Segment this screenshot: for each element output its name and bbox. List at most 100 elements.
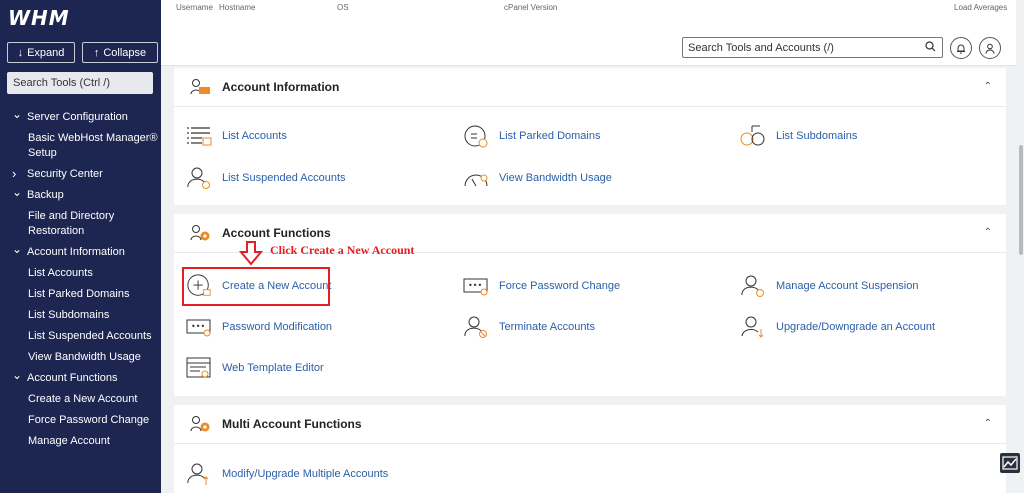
whm-logo[interactable]: WHM [8,6,70,30]
stat-hostname: Hostname [219,3,256,12]
list-suspended-accounts-label: List Suspended Accounts [222,172,346,184]
search-icon[interactable] [925,41,936,55]
sidebar-nav: ⌄ Server Configuration Basic WebHost Manag… [0,107,161,452]
expand-collapse-row: ↓ Expand ↑ Collapse [7,42,158,63]
terminate-account-icon [463,316,489,338]
sidebar-item[interactable]: View Bandwidth Usage [0,347,161,368]
collapse-button[interactable]: ↑ Collapse [82,42,158,63]
web-template-icon [186,357,212,379]
sidebar-item-label: Force Password Change [28,414,150,426]
list-subdomains-label: List Subdomains [776,130,858,142]
sidebar-item-label: File and Directory Restoration [28,210,115,237]
notifications-bell-icon[interactable] [950,37,972,59]
list-accounts-link[interactable]: List Accounts [186,125,287,147]
sidebar-item[interactable]: Manage Account [0,431,161,452]
list-parked-domains-link[interactable]: List Parked Domains [463,125,601,148]
list-accounts-icon [186,125,212,147]
panel-header-multi-account-functions[interactable]: Multi Account Functions ⌃ [174,405,1006,444]
sidebar-item[interactable]: List Suspended Accounts [0,326,161,347]
list-subdomains-link[interactable]: List Subdomains [740,125,857,147]
sidebar-item[interactable]: Force Password Change [0,410,161,431]
account-suspension-icon [740,275,766,297]
view-bandwidth-usage-label: View Bandwidth Usage [499,172,612,184]
sidebar-item[interactable]: Create a New Account [0,389,161,410]
sidebar-item-label: View Bandwidth Usage [28,351,141,363]
sidebar-item-label: Basic WebHost Manager® Setup [28,132,158,159]
password-modification-link[interactable]: ••• Password Modification [186,316,332,338]
account-functions-icon [188,222,214,244]
modify-upgrade-multiple-accounts-link[interactable]: Modify/Upgrade Multiple Accounts [186,463,388,485]
force-password-change-label: Force Password Change [499,280,621,292]
scrollbar-thumb[interactable] [1019,145,1023,255]
sidebar-category[interactable]: › Security Center [0,164,161,185]
sidebar-item-label: List Subdomains [28,309,110,321]
sidebar-category[interactable]: ⌄ Account Information [0,242,161,263]
create-account-highlight [182,267,330,306]
manage-account-suspension-link[interactable]: Manage Account Suspension [740,275,919,297]
bandwidth-gauge-icon [463,167,489,189]
chevron-up-icon[interactable]: ⌃ [984,227,992,238]
panel-header-account-information[interactable]: Account Information ⌃ [174,68,1006,107]
password-field-icon: ••• [463,275,489,297]
expand-button[interactable]: ↓ Expand [7,42,75,63]
password-modification-icon: ••• [186,316,212,338]
user-profile-icon[interactable] [979,37,1001,59]
panel-account-information: Account Information ⌃ List Accounts List… [174,68,1006,205]
terminate-accounts-link[interactable]: Terminate Accounts [463,316,595,338]
sidebar-search-input[interactable]: Search Tools (Ctrl /) [7,72,153,94]
suspended-accounts-icon [186,167,212,189]
sidebar-item[interactable]: Basic WebHost Manager® Setup [0,128,161,164]
expand-label: Expand [27,46,65,59]
sidebar-item[interactable]: File and Directory Restoration [0,206,161,242]
sidebar-category[interactable]: ⌄ Server Configuration [0,107,161,128]
sidebar: WHM ↓ Expand ↑ Collapse Search Tools (Ct… [0,0,161,493]
panel-multi-account-functions: Multi Account Functions ⌃ Modify/Upgrade… [174,405,1006,493]
panel-title: Multi Account Functions [222,417,362,431]
force-password-change-link[interactable]: ••• Force Password Change [463,275,620,297]
sidebar-item-label: Server Configuration [27,111,128,123]
top-search-input[interactable]: Search Tools and Accounts (/) [682,37,943,58]
collapse-label: Collapse [103,46,147,59]
sidebar-item[interactable]: List Parked Domains [0,284,161,305]
sidebar-item-label: Security Center [27,168,103,180]
chevron-down-icon: ⌄ [12,242,23,256]
list-suspended-accounts-link[interactable]: List Suspended Accounts [186,167,346,189]
list-parked-domains-label: List Parked Domains [499,130,601,142]
svg-text:•••: ••• [191,322,205,331]
list-accounts-label: List Accounts [222,130,287,142]
upgrade-downgrade-account-link[interactable]: Upgrade/Downgrade an Account [740,316,935,338]
arrow-down-icon: ↓ [17,46,24,59]
sidebar-item-label: Backup [27,189,64,201]
panel-title: Account Information [222,80,340,94]
sidebar-item[interactable]: List Subdomains [0,305,161,326]
stat-load-averages: Load Averages [954,3,1008,12]
sidebar-item-label: List Parked Domains [28,288,130,300]
stat-username: Username [176,3,213,12]
sidebar-item[interactable]: List Accounts [0,263,161,284]
chart-icon[interactable] [1000,453,1020,473]
sidebar-category[interactable]: ⌄ Backup [0,185,161,206]
sidebar-item-label: Create a New Account [28,393,138,405]
chevron-down-icon: ⌄ [12,185,23,199]
svg-text:•••: ••• [468,281,482,290]
upgrade-downgrade-label: Upgrade/Downgrade an Account [776,321,935,333]
sidebar-category[interactable]: ⌄ Account Functions [0,368,161,389]
chevron-up-icon[interactable]: ⌃ [984,81,992,92]
password-modification-label: Password Modification [222,321,333,333]
chevron-down-icon: ⌄ [12,107,23,121]
sidebar-item-label: List Suspended Accounts [28,330,152,342]
upgrade-downgrade-icon [740,316,766,338]
account-information-icon [188,76,214,98]
top-bar: Username Hostname OS cPanel Version Load… [161,0,1016,66]
view-bandwidth-usage-link[interactable]: View Bandwidth Usage [463,167,612,189]
chevron-down-icon: ⌄ [12,368,23,382]
web-template-editor-link[interactable]: Web Template Editor [186,357,324,379]
panel-title: Account Functions [222,226,331,240]
subdomains-icon [740,125,766,147]
manage-account-suspension-label: Manage Account Suspension [776,280,919,292]
top-search-placeholder: Search Tools and Accounts (/) [688,41,834,54]
modify-upgrade-multiple-label: Modify/Upgrade Multiple Accounts [222,468,389,480]
chevron-up-icon[interactable]: ⌃ [984,418,992,429]
annotation-text: Click Create a New Account [270,243,415,257]
chevron-right-icon: › [12,166,17,181]
